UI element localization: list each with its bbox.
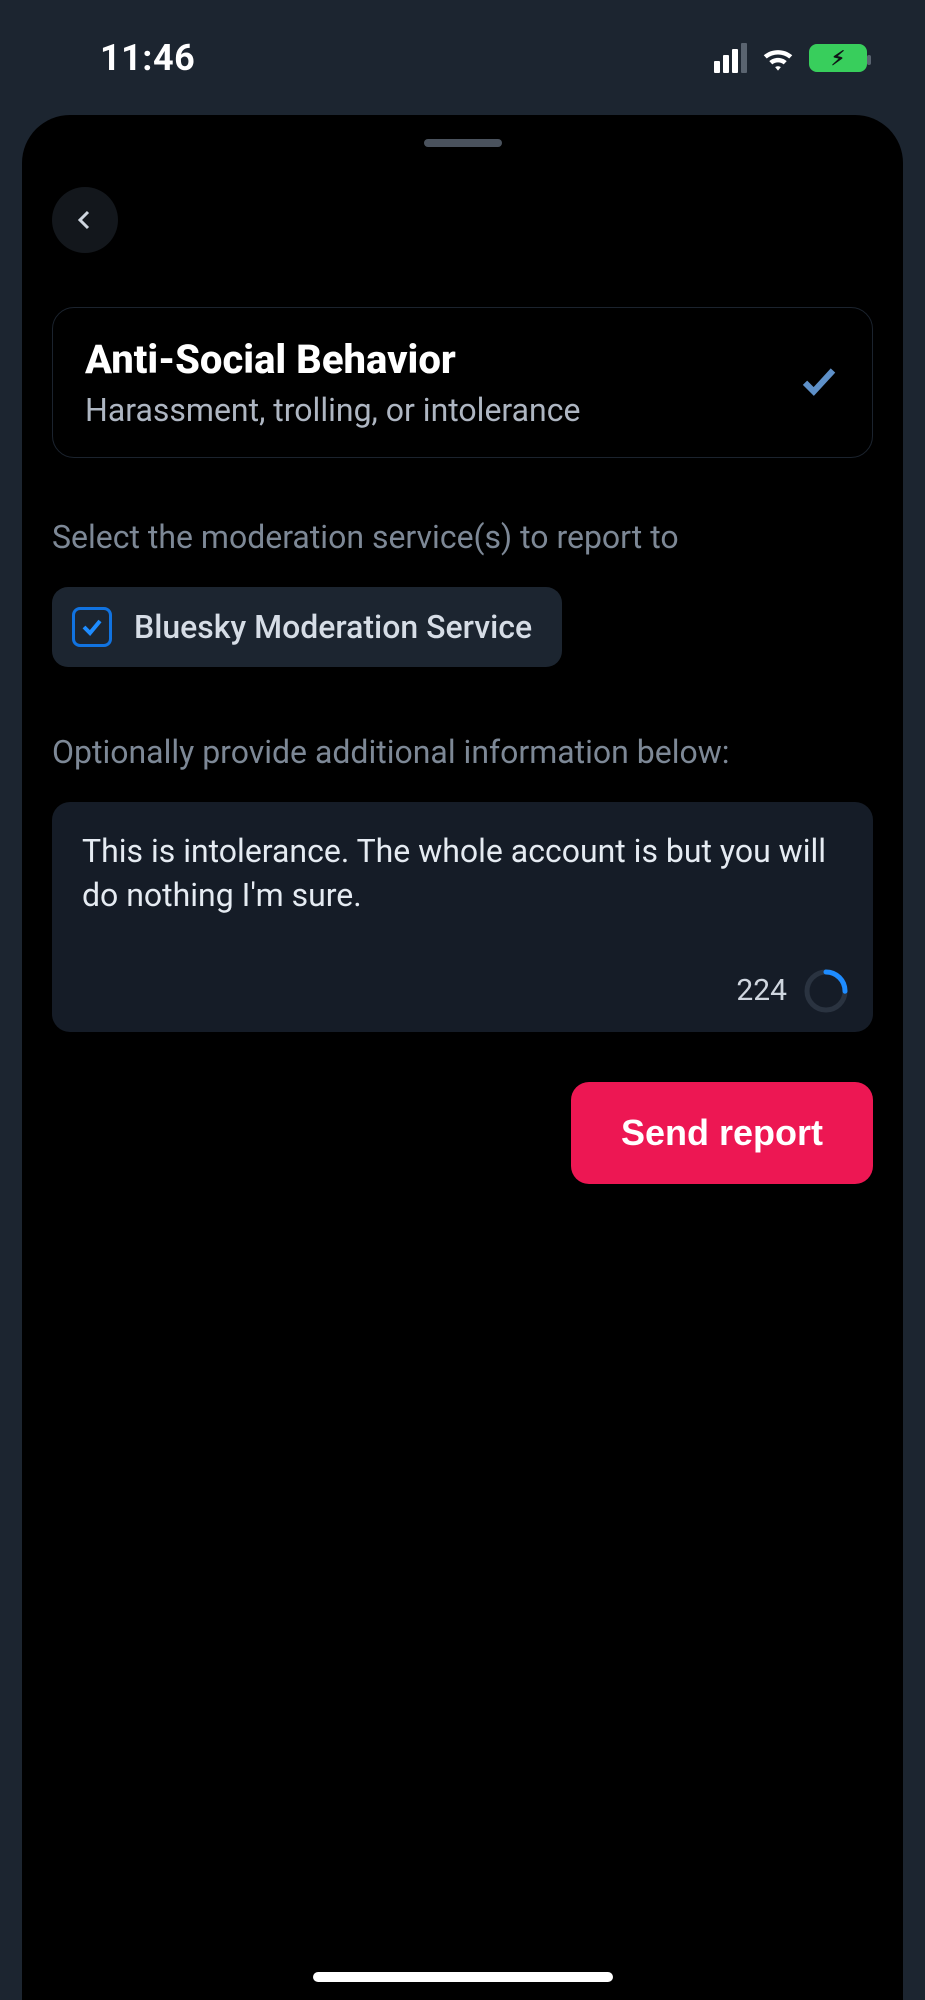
additional-info-field[interactable]: 224 (52, 802, 873, 1032)
status-time: 11:46 (100, 37, 195, 79)
wifi-icon (759, 43, 797, 73)
report-reason-card[interactable]: Anti-Social Behavior Harassment, trollin… (52, 307, 873, 458)
moderation-services-label: Select the moderation service(s) to repo… (52, 516, 873, 559)
chevron-left-icon (73, 208, 97, 232)
modal-sheet: Anti-Social Behavior Harassment, trollin… (22, 115, 903, 2000)
sheet-grabber[interactable] (424, 139, 502, 147)
check-icon (798, 360, 840, 406)
battery-charging-icon: ⚡︎ (809, 44, 867, 72)
send-report-button[interactable]: Send report (571, 1082, 873, 1184)
report-reason-subtitle: Harassment, trolling, or intolerance (85, 391, 778, 429)
additional-info-label: Optionally provide additional informatio… (52, 731, 873, 774)
char-progress-ring-icon (803, 968, 849, 1014)
moderation-service-option[interactable]: Bluesky Moderation Service (52, 587, 562, 667)
char-remaining: 224 (736, 973, 787, 1008)
home-indicator[interactable] (313, 1972, 613, 1982)
back-button[interactable] (52, 187, 118, 253)
cellular-icon (714, 43, 747, 73)
status-icons: ⚡︎ (714, 43, 867, 73)
report-reason-title: Anti-Social Behavior (85, 336, 778, 383)
moderation-service-label: Bluesky Moderation Service (134, 608, 532, 646)
status-bar: 11:46 ⚡︎ (0, 0, 925, 115)
checkbox-checked-icon (72, 607, 112, 647)
additional-info-textarea[interactable] (82, 830, 849, 960)
